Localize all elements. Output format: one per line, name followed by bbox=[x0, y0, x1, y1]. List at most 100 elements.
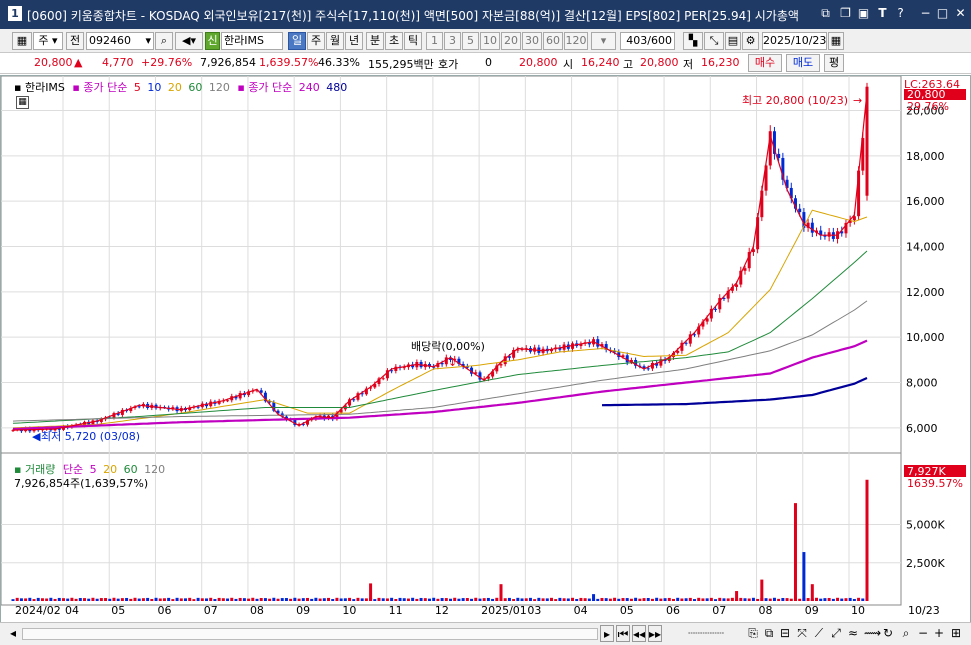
interval-30[interactable]: 30 bbox=[522, 32, 542, 50]
legend-item-480[interactable]: 480 bbox=[323, 81, 347, 94]
settings-icon[interactable]: ⚙ bbox=[742, 32, 759, 50]
volume-bar bbox=[781, 597, 785, 601]
help-icon[interactable]: ? bbox=[893, 6, 908, 21]
volume-bar bbox=[213, 599, 217, 601]
draw-line-icon[interactable]: ⤢ bbox=[829, 625, 843, 642]
stock-legend[interactable]: ▪ 한라IMS bbox=[14, 81, 65, 94]
stock-code-input[interactable]: 092460 ▾ bbox=[86, 32, 154, 50]
volume-bar bbox=[697, 597, 701, 601]
type-select[interactable]: 주 ▾ bbox=[33, 32, 63, 50]
tab-minute[interactable]: 분 bbox=[366, 32, 384, 50]
font-icon[interactable]: T bbox=[875, 6, 890, 21]
buy-button[interactable]: 매수 bbox=[748, 54, 782, 72]
pattern-icon[interactable]: ⟿ bbox=[864, 625, 881, 642]
copy-icon[interactable]: ⎘ bbox=[746, 625, 760, 642]
multi-chart-icon[interactable]: ⧉ bbox=[762, 625, 776, 642]
interval-custom-select[interactable]: ▾ bbox=[591, 32, 616, 50]
legend-item-20[interactable]: 20 bbox=[164, 81, 182, 94]
refresh-icon[interactable]: ↻ bbox=[881, 625, 895, 642]
screen-number-badge: 1 bbox=[8, 6, 22, 21]
chart-area[interactable]: 6,000 8,000 10,000 12,000 14,000 16,000 18,000… bbox=[0, 75, 971, 623]
table-icon[interactable]: ▦ bbox=[16, 96, 29, 109]
interval-1[interactable]: 1 bbox=[426, 32, 443, 50]
restore-icon[interactable]: ❐ bbox=[838, 6, 853, 21]
next-page-icon[interactable]: ▸▸ bbox=[648, 625, 662, 642]
interval-120[interactable]: 120 bbox=[564, 32, 588, 50]
prev-page-icon[interactable]: ◂◂ bbox=[632, 625, 646, 642]
data-count-field[interactable]: 403/600 bbox=[620, 32, 675, 50]
legend-item-60[interactable]: 60 bbox=[185, 81, 202, 94]
volume-bar bbox=[348, 597, 352, 601]
volume-bar bbox=[381, 598, 385, 601]
volume-bar bbox=[305, 597, 309, 601]
fullscreen-icon[interactable]: ⊞ bbox=[949, 625, 963, 642]
up-arrow-icon: ▲ bbox=[74, 56, 83, 69]
volume-bar bbox=[74, 598, 78, 601]
volume-bar bbox=[99, 598, 103, 601]
volume-bar bbox=[613, 597, 617, 601]
x-tick-label: 07 bbox=[204, 604, 218, 617]
close-icon[interactable]: ✕ bbox=[953, 6, 968, 21]
volume-bar bbox=[272, 597, 276, 601]
scroll-right-icon[interactable]: ▸ bbox=[600, 625, 614, 642]
legend-item-240[interactable]: 240 bbox=[299, 81, 320, 94]
speaker-icon[interactable]: ◀▾ bbox=[175, 32, 203, 50]
search-icon[interactable]: ⌕ bbox=[155, 32, 173, 50]
first-page-icon[interactable]: ⏮ bbox=[616, 625, 630, 642]
interval-20[interactable]: 20 bbox=[501, 32, 521, 50]
zoom-out-icon[interactable]: − bbox=[917, 625, 929, 642]
trendline-icon[interactable]: ⟋ bbox=[812, 625, 826, 642]
volume-bar bbox=[146, 597, 150, 601]
tab-monthly[interactable]: 월 bbox=[326, 32, 344, 50]
high-arrow-icon: → bbox=[853, 94, 862, 107]
grid-icon[interactable]: ▦ bbox=[12, 32, 32, 50]
chart-link-icon[interactable]: ▚ bbox=[683, 32, 703, 50]
volume-bar bbox=[815, 597, 819, 601]
legend-item-120[interactable]: 120 bbox=[205, 81, 230, 94]
compare-icon[interactable]: ⊟ bbox=[778, 625, 792, 642]
tab-yearly[interactable]: 년 bbox=[345, 32, 363, 50]
volume-bar bbox=[133, 597, 137, 601]
sell-button[interactable]: 매도 bbox=[786, 54, 820, 72]
prev-button[interactable]: 전 bbox=[66, 32, 84, 50]
volume-bar bbox=[183, 598, 187, 601]
tab-daily[interactable]: 일 bbox=[288, 32, 306, 50]
volume-bar bbox=[663, 598, 667, 601]
y-tick-label: 6,000 bbox=[906, 422, 938, 435]
date-field[interactable]: 2025/10/23 bbox=[762, 32, 827, 50]
zoom-in-icon[interactable]: + bbox=[933, 625, 945, 642]
current-price: 20,800 bbox=[34, 56, 73, 69]
save-icon[interactable]: ▤ bbox=[725, 32, 741, 50]
maximize-icon[interactable]: □ bbox=[935, 6, 950, 21]
volume-bar bbox=[453, 597, 457, 601]
link-icon[interactable]: ⧉ bbox=[818, 6, 833, 21]
volume-bar bbox=[722, 598, 726, 601]
calendar-icon[interactable]: ▦ bbox=[828, 32, 844, 50]
tab-second[interactable]: 초 bbox=[385, 32, 403, 50]
crosshair-icon[interactable]: ⤧ bbox=[795, 625, 809, 642]
volume-bar bbox=[482, 598, 486, 601]
tab-weekly[interactable]: 주 bbox=[307, 32, 325, 50]
interval-3[interactable]: 3 bbox=[444, 32, 461, 50]
minimize-icon[interactable]: − bbox=[918, 6, 933, 21]
wave-icon[interactable]: ≈ bbox=[846, 625, 860, 642]
avg-button[interactable]: 평 bbox=[824, 54, 844, 72]
interval-10[interactable]: 10 bbox=[480, 32, 500, 50]
current-volume-text: 7,926,854주(1,639,57%) bbox=[14, 477, 149, 490]
zoom-slider[interactable]: ┄┄┄┄┄ bbox=[672, 625, 740, 642]
x-tick-label: 08 bbox=[250, 604, 264, 617]
volume-bar bbox=[465, 598, 469, 601]
legend-item-5[interactable]: 5 bbox=[134, 81, 141, 94]
tab-tick[interactable]: 틱 bbox=[404, 32, 422, 50]
indicator-icon[interactable]: ⤡ bbox=[704, 32, 724, 50]
interval-5[interactable]: 5 bbox=[462, 32, 479, 50]
zoom-icon[interactable]: ⌕ bbox=[899, 625, 913, 642]
horizontal-scrollbar[interactable] bbox=[22, 628, 598, 640]
interval-60[interactable]: 60 bbox=[543, 32, 563, 50]
scroll-left-icon[interactable]: ◂ bbox=[6, 625, 20, 642]
ma-line-5 bbox=[12, 92, 868, 431]
chart-svg[interactable]: 6,000 8,000 10,000 12,000 14,000 16,000 18,000… bbox=[1, 76, 970, 622]
legend-item-10[interactable]: 10 bbox=[144, 81, 161, 94]
lock-icon[interactable]: ▣ bbox=[856, 6, 871, 21]
volume-bar bbox=[671, 598, 675, 601]
